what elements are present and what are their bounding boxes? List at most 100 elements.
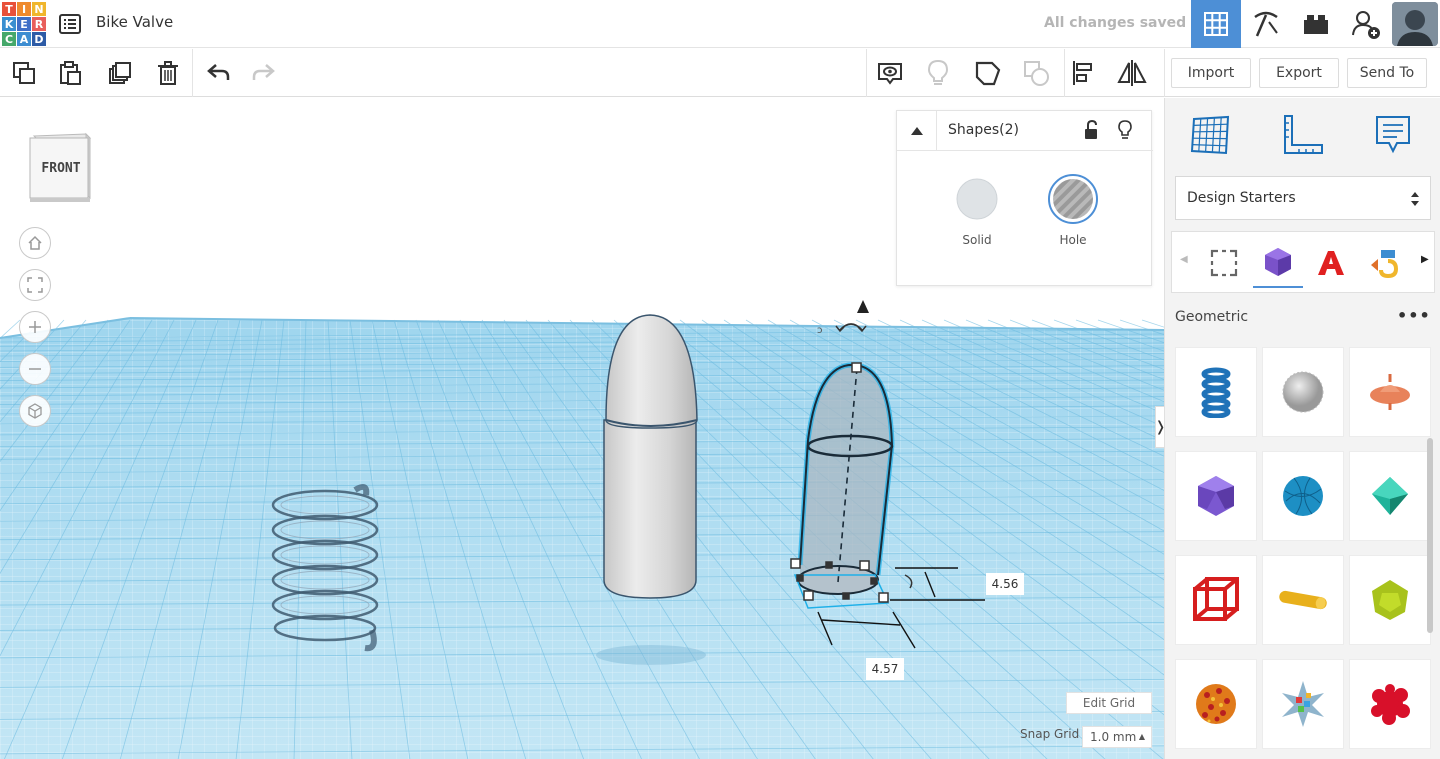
shape-category-tabs: ◀ ▶	[1171, 231, 1435, 293]
mirror-icon[interactable]	[1116, 57, 1148, 89]
shape-tile-octahedron[interactable]	[1349, 451, 1431, 541]
align-icon[interactable]	[1068, 57, 1100, 89]
solid-option[interactable]: Solid	[937, 177, 1017, 247]
fit-view-button[interactable]	[19, 269, 51, 301]
zoom-out-button[interactable]	[19, 353, 51, 385]
snap-grid-select[interactable]: 1.0 mm ▲	[1082, 726, 1152, 748]
polyhedron-icon	[1265, 248, 1291, 276]
tab-connectors[interactable]	[1359, 238, 1409, 288]
notes-tool-icon[interactable]	[1368, 110, 1418, 160]
lift-arrow-icon[interactable]	[857, 300, 869, 313]
bricks-icon[interactable]	[1291, 0, 1341, 48]
document-title[interactable]: Bike Valve	[96, 13, 173, 31]
user-avatar[interactable]	[1392, 2, 1438, 46]
fit-icon	[27, 277, 43, 293]
hint-lightbulb-icon[interactable]	[1117, 120, 1133, 144]
paste-icon[interactable]	[54, 57, 86, 89]
logo-letter: D	[32, 32, 46, 46]
hole-option[interactable]: Hole	[1033, 174, 1113, 247]
shape-tile-icosahedron[interactable]	[1175, 451, 1257, 541]
svg-text:ↄ: ↄ	[817, 325, 823, 336]
cube-icon	[28, 403, 42, 419]
ruler-tool-icon[interactable]	[1278, 110, 1328, 160]
inspector-header: Shapes(2)	[897, 111, 1153, 151]
hole-swatch-icon	[1048, 174, 1098, 224]
shape-tile-cube-frame[interactable]	[1175, 555, 1257, 645]
width-dimension[interactable]: 4.57	[866, 658, 904, 680]
dashed-box-icon	[1210, 249, 1238, 277]
tabs-next-icon[interactable]: ▶	[1421, 254, 1429, 265]
home-view-button[interactable]	[19, 227, 51, 259]
shape-library-select[interactable]: Design Starters	[1175, 176, 1431, 220]
plus-icon	[29, 321, 41, 333]
logo-letter: R	[32, 17, 46, 31]
logo-letter: K	[2, 17, 16, 31]
logo-letter: A	[17, 32, 31, 46]
caret-up-icon	[910, 127, 923, 135]
shape-tile-dodecahedron[interactable]	[1349, 555, 1431, 645]
copy-icon[interactable]	[8, 57, 40, 89]
notes-visibility-icon[interactable]	[874, 57, 906, 89]
connectors-icon	[1371, 250, 1399, 279]
solid-label: Solid	[962, 233, 992, 247]
shape-tile-yarn-ball[interactable]	[1262, 451, 1344, 541]
tinkercad-logo[interactable]: TIN KER CAD	[2, 2, 46, 46]
shape-tile-fractal-blob[interactable]	[1349, 659, 1431, 749]
workplane-tool-icon[interactable]	[1185, 110, 1235, 160]
snap-grid-value: 1.0 mm	[1090, 730, 1137, 744]
solid-swatch-icon	[956, 178, 998, 220]
tabs-prev-icon[interactable]: ◀	[1180, 254, 1188, 265]
letter-a-icon	[1318, 251, 1344, 275]
undo-icon[interactable]	[202, 57, 234, 89]
view-cube-face-label: FRONT	[41, 161, 81, 176]
ungroup-icon[interactable]	[1020, 57, 1052, 89]
grid-icon	[1204, 12, 1228, 36]
zoom-in-button[interactable]	[19, 311, 51, 343]
height-dimension[interactable]: 4.56	[986, 573, 1024, 595]
shape-library-value: Design Starters	[1187, 190, 1296, 206]
inspector-collapse-button[interactable]	[897, 111, 937, 151]
unlock-icon[interactable]	[1083, 119, 1099, 144]
logo-letter: C	[2, 32, 16, 46]
logo-letter: E	[17, 17, 31, 31]
import-button[interactable]: Import	[1171, 58, 1251, 88]
shape-tile-voronoi-sphere[interactable]	[1175, 659, 1257, 749]
edit-toolbar: Import Export Send To	[0, 49, 1440, 97]
shape-inspector: Shapes(2) Solid Hole	[896, 110, 1153, 286]
minus-icon	[29, 368, 41, 370]
hole-label: Hole	[1059, 233, 1087, 247]
invite-user-icon[interactable]	[1341, 0, 1391, 48]
tab-geometric[interactable]	[1253, 238, 1303, 288]
shapes-panel: Design Starters ◀ ▶ Geometric •••	[1164, 98, 1440, 759]
shape-tile-noise-sphere[interactable]	[1262, 347, 1344, 437]
select-arrows-icon	[1411, 192, 1419, 206]
category-more-button[interactable]: •••	[1397, 306, 1431, 325]
snap-grid-label: Snap Grid	[1020, 727, 1080, 741]
logo-letter: I	[17, 2, 31, 16]
shape-tile-coil[interactable]	[1175, 347, 1257, 437]
category-title: Geometric	[1175, 309, 1249, 325]
trash-icon[interactable]	[152, 57, 184, 89]
redo-icon[interactable]	[248, 57, 280, 89]
pickaxe-icon[interactable]	[1241, 0, 1291, 48]
tab-basic-shapes[interactable]	[1199, 238, 1249, 288]
logo-letter: N	[32, 2, 46, 16]
home-icon	[28, 235, 42, 250]
group-icon[interactable]	[972, 57, 1004, 89]
shape-tile-spindle[interactable]	[1349, 347, 1431, 437]
export-button[interactable]: Export	[1259, 58, 1339, 88]
shape-tile-star-gem[interactable]	[1262, 659, 1344, 749]
edit-grid-button[interactable]: Edit Grid	[1066, 692, 1152, 714]
shape-tile-capsule[interactable]	[1262, 555, 1344, 645]
projection-toggle-button[interactable]	[19, 395, 51, 427]
lightbulb-icon[interactable]	[922, 57, 954, 89]
3d-design-view-button[interactable]	[1191, 0, 1241, 48]
shapes-scrollbar[interactable]	[1427, 438, 1433, 633]
design-menu-icon[interactable]	[58, 12, 82, 36]
view-cube[interactable]: FRONT	[28, 130, 94, 204]
duplicate-icon[interactable]	[104, 57, 136, 89]
save-status: All changes saved	[1044, 15, 1187, 31]
top-bar: TIN KER CAD Bike Valve All changes saved	[0, 0, 1440, 48]
send-to-button[interactable]: Send To	[1347, 58, 1427, 88]
tab-text[interactable]	[1306, 238, 1356, 288]
